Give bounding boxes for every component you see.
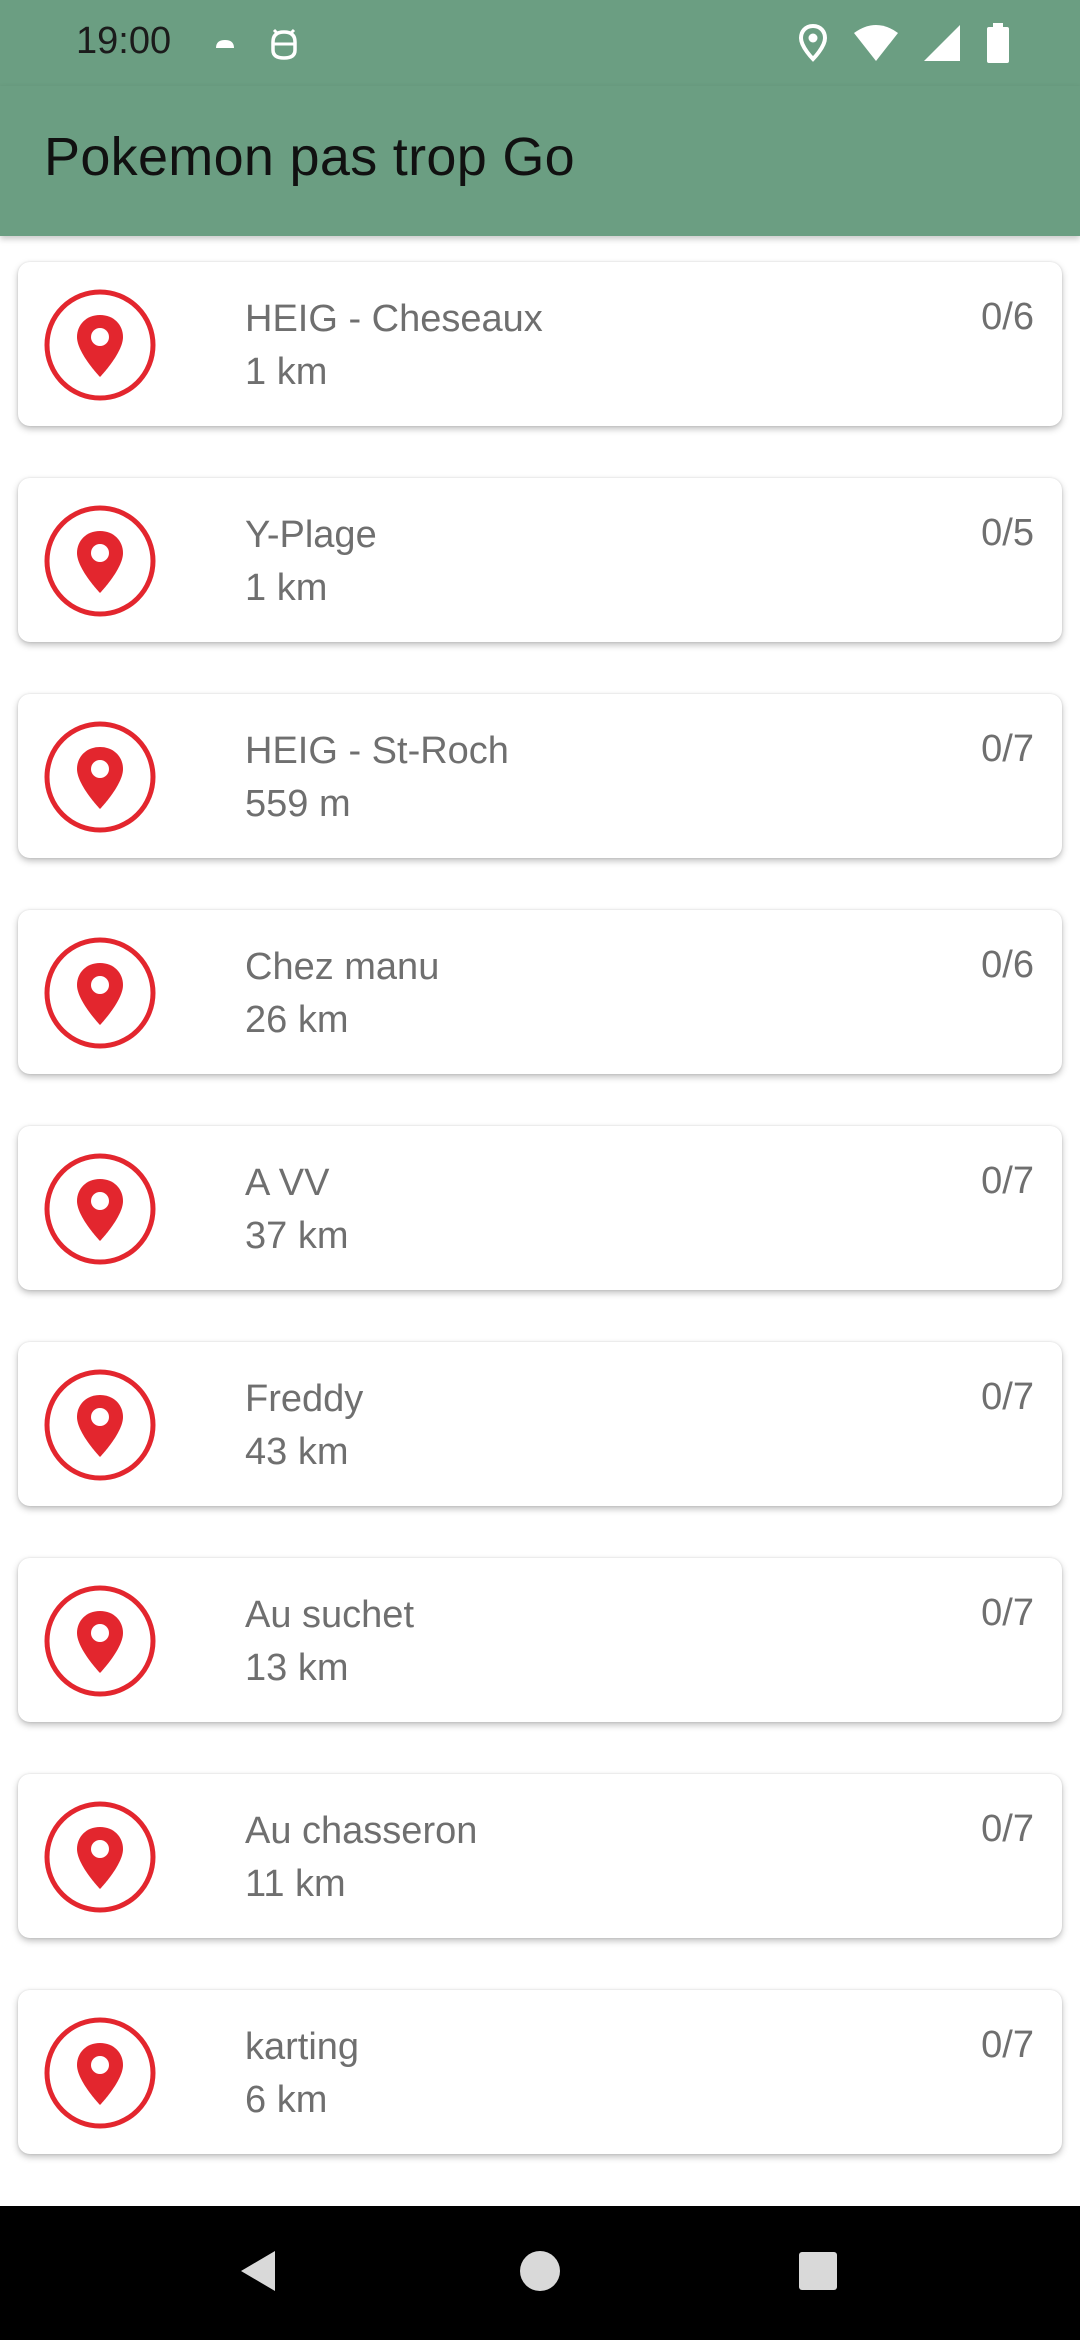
android-debug-icon [266,22,302,69]
location-distance: 13 km [245,1647,349,1689]
location-name: Chez manu [245,946,440,988]
location-distance: 1 km [245,567,328,609]
location-count: 0/6 [981,944,1034,986]
map-pin-icon [44,1153,156,1265]
location-count: 0/7 [981,1592,1034,1634]
status-time: 19:00 [76,20,172,62]
location-name: HEIG - St-Roch [245,730,509,772]
location-icon [798,23,828,68]
location-count: 0/7 [981,1376,1034,1418]
back-button[interactable] [199,2206,319,2340]
location-card[interactable]: Y-Plage 1 km 0/5 [18,478,1062,642]
navigation-bar [0,2206,1080,2340]
location-card[interactable]: HEIG - Cheseaux 1 km 0/6 [18,262,1062,426]
location-count: 0/7 [981,728,1034,770]
map-pin-icon [44,1585,156,1697]
location-count: 0/6 [981,296,1034,338]
map-pin-icon [44,505,156,617]
map-pin-icon [44,2017,156,2129]
cloud-icon [210,22,240,67]
location-count: 0/7 [981,1160,1034,1202]
app-bar: Pokemon pas trop Go [0,86,1080,236]
home-icon [518,2249,562,2298]
back-icon [237,2247,281,2300]
location-distance: 37 km [245,1215,349,1257]
status-icons [798,22,1010,69]
location-card[interactable]: Chez manu 26 km 0/6 [18,910,1062,1074]
location-count: 0/7 [981,2024,1034,2066]
location-card[interactable]: karting 6 km 0/7 [18,1990,1062,2154]
signal-icon [924,23,960,68]
map-pin-icon [44,1369,156,1481]
location-count: 0/5 [981,512,1034,554]
location-card[interactable]: Au chasseron 11 km 0/7 [18,1774,1062,1938]
location-name: HEIG - Cheseaux [245,298,543,340]
location-distance: 6 km [245,2079,328,2121]
location-name: Y-Plage [245,514,377,556]
location-distance: 559 m [245,783,351,825]
status-bar: 19:00 [0,0,1080,86]
location-name: Au suchet [245,1594,414,1636]
location-name: karting [245,2026,360,2068]
location-card[interactable]: HEIG - St-Roch 559 m 0/7 [18,694,1062,858]
map-pin-icon [44,937,156,1049]
wifi-icon [854,23,898,68]
location-count: 0/7 [981,1808,1034,1850]
location-list[interactable]: HEIG - Cheseaux 1 km 0/6 Y-Plage 1 km 0/5 HEIG… [0,236,1080,2206]
map-pin-icon [44,289,156,401]
battery-icon [986,22,1010,69]
location-distance: 26 km [245,999,349,1041]
location-card[interactable]: A VV 37 km 0/7 [18,1126,1062,1290]
app-title: Pokemon pas trop Go [44,127,575,187]
location-name: Au chasseron [245,1810,478,1852]
location-distance: 11 km [245,1863,346,1905]
map-pin-icon [44,1801,156,1913]
location-distance: 1 km [245,351,328,393]
recents-icon [798,2251,838,2296]
location-name: Freddy [245,1378,364,1420]
recents-button[interactable] [758,2206,878,2340]
location-distance: 43 km [245,1431,349,1473]
location-name: A VV [245,1162,330,1204]
home-button[interactable] [480,2206,600,2340]
location-card[interactable]: Au suchet 13 km 0/7 [18,1558,1062,1722]
location-card[interactable]: Freddy 43 km 0/7 [18,1342,1062,1506]
map-pin-icon [44,721,156,833]
